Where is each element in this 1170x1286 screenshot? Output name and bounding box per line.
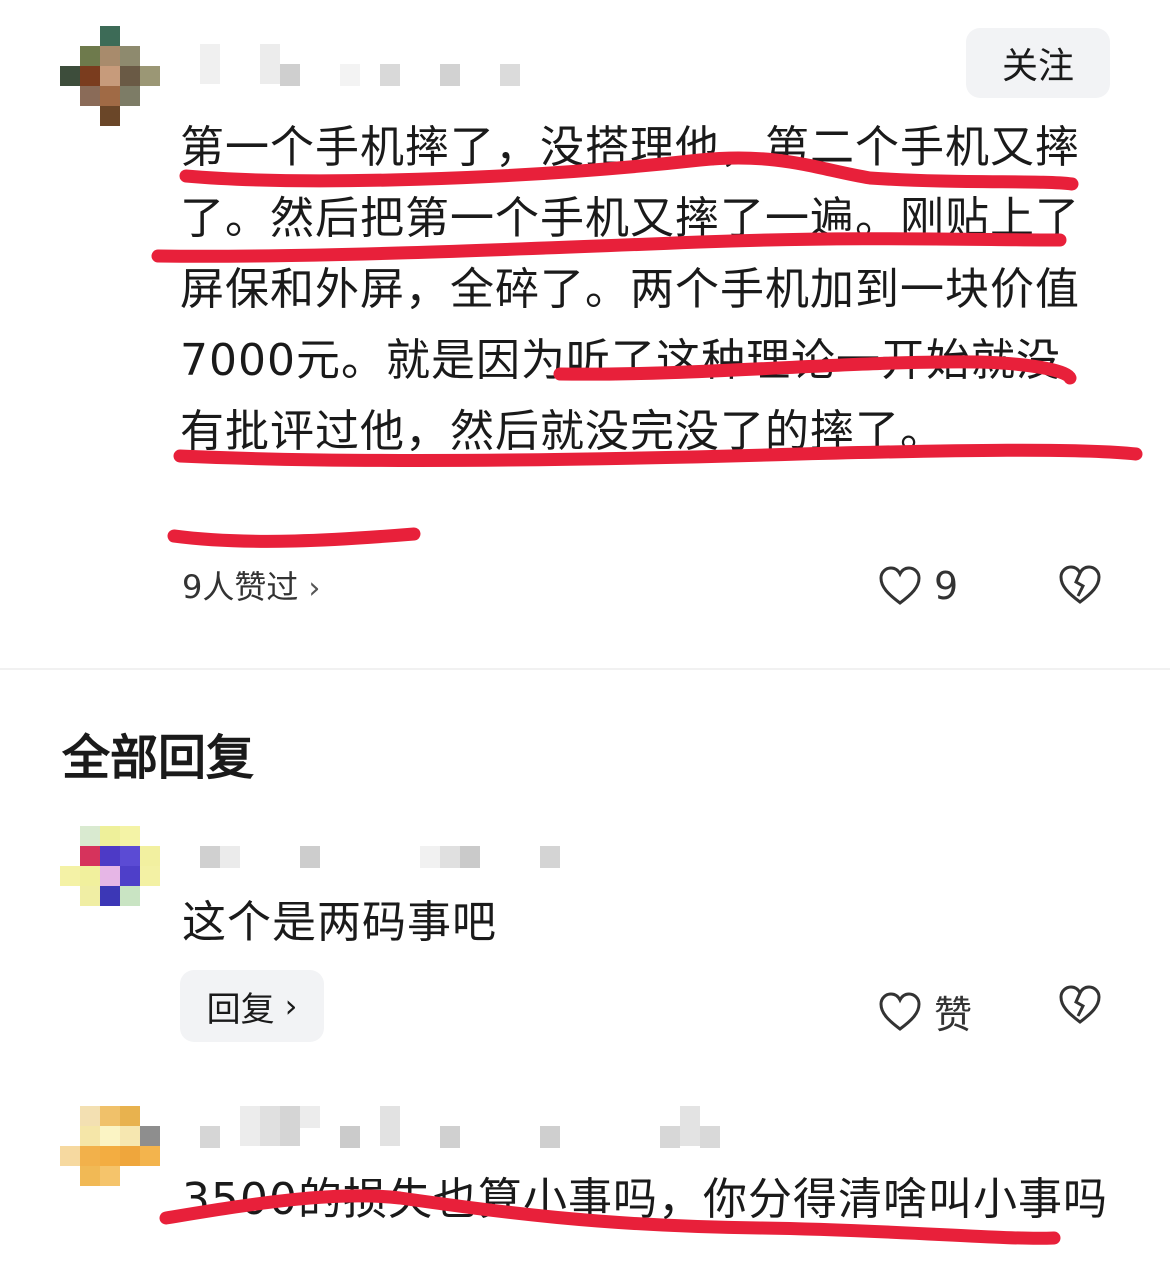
post-body-text: 第一个手机摔了，没搭理他，第二个手机又摔了。然后把第一个手机又摔了一遍。刚贴上了…: [180, 122, 1080, 457]
reply-1-dislike-button[interactable]: [1058, 984, 1102, 1026]
broken-heart-icon: [1059, 985, 1101, 1024]
likers-link-label: 9人赞过: [182, 568, 299, 606]
broken-heart-icon: [1059, 565, 1101, 604]
reply-button-label: 回复: [206, 989, 275, 1030]
reply-1-text: 这个是两码事吧: [182, 897, 497, 948]
chevron-right-icon: ›: [308, 571, 321, 606]
post-dislike-button[interactable]: [1058, 564, 1102, 606]
like-label: 赞: [934, 993, 973, 1037]
likers-link[interactable]: 9人赞过 ›: [182, 562, 320, 608]
heart-icon: [879, 566, 921, 605]
heart-icon: [879, 991, 921, 1031]
underline-mark: [167, 527, 421, 548]
follow-button[interactable]: 关注: [966, 28, 1110, 98]
chevron-right-icon: ›: [284, 987, 298, 1025]
reply-2-text: 3500的损失也算小事吗，你分得清啥叫小事吗: [182, 1174, 1108, 1225]
reply-1-like-button[interactable]: 赞: [878, 984, 972, 1039]
reply-1-reply-button[interactable]: 回复 ›: [180, 970, 324, 1042]
like-count: 9: [934, 564, 959, 608]
replies-section-title: 全部回复: [62, 730, 255, 786]
section-divider: [0, 668, 1170, 670]
post-like-button[interactable]: 9: [878, 564, 958, 608]
